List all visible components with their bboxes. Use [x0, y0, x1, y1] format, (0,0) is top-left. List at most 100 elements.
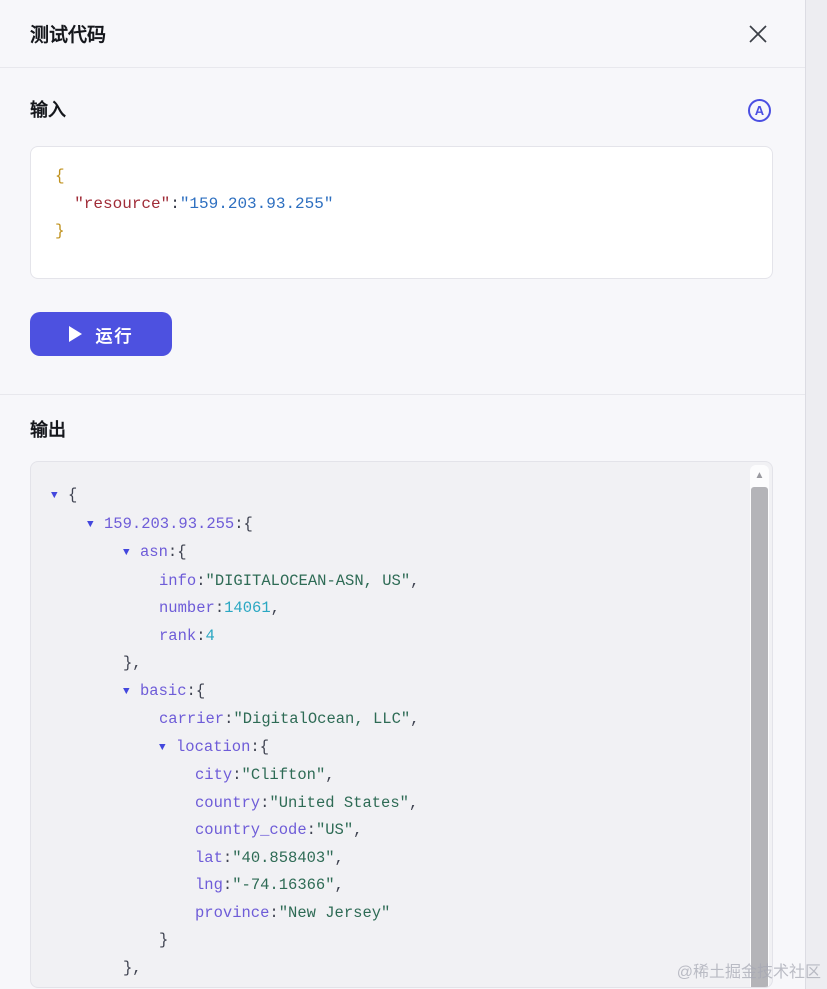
- json-tree-row: country:"United States",: [31, 790, 772, 818]
- json-token: carrier: [159, 710, 224, 728]
- test-code-drawer: 测试代码 输入 A { "resource":"159.203.93.255"}…: [0, 0, 805, 989]
- json-token: ,: [410, 710, 419, 728]
- json-token: [55, 195, 74, 213]
- input-label: 输入: [30, 98, 66, 123]
- json-tree-row: ▼{: [31, 482, 772, 511]
- circled-a-icon: A: [755, 103, 764, 118]
- json-token: "DIGITALOCEAN-ASN, US": [206, 572, 411, 590]
- json-token: lat: [195, 849, 223, 867]
- json-token: "DigitalOcean, LLC": [233, 710, 410, 728]
- json-token: ,: [335, 876, 344, 894]
- json-token: "high": [281, 986, 337, 988]
- json-token: :{: [250, 738, 269, 756]
- json-token: :: [196, 572, 205, 590]
- output-label: 输出: [30, 418, 66, 443]
- json-token: :: [307, 821, 316, 839]
- scrollbar-up-button[interactable]: ▲: [750, 465, 769, 485]
- json-token: 4: [206, 627, 215, 645]
- json-token: city: [195, 766, 232, 784]
- json-token: "Clifton": [242, 766, 326, 784]
- json-token: :: [196, 627, 205, 645]
- code-line: {: [55, 163, 758, 191]
- json-token: :: [215, 599, 224, 617]
- json-token: ,: [353, 821, 362, 839]
- json-token: province: [195, 904, 269, 922]
- drawer-title: 测试代码: [30, 20, 106, 47]
- json-tree-row: province:"New Jersey": [31, 900, 772, 928]
- json-token: basic: [140, 682, 187, 700]
- input-section-header: 输入 A: [0, 68, 805, 123]
- json-token: "159.203.93.255": [180, 195, 334, 213]
- collapse-arrow-icon[interactable]: ▼: [159, 735, 176, 763]
- json-token: number: [159, 599, 215, 617]
- json-tree-row: carrier:"DigitalOcean, LLC",: [31, 706, 772, 734]
- json-tree-row: },: [31, 955, 772, 983]
- play-icon: [69, 326, 82, 342]
- collapse-arrow-icon[interactable]: ▼: [123, 540, 140, 568]
- collapse-arrow-icon[interactable]: ▼: [87, 512, 104, 540]
- json-token: {: [68, 486, 77, 504]
- run-button-label: 运行: [96, 322, 134, 347]
- json-tree-row: confidence_level:"high": [31, 982, 772, 988]
- json-token: :: [223, 876, 232, 894]
- json-token: }: [55, 222, 65, 240]
- input-code-editor[interactable]: { "resource":"159.203.93.255"}: [30, 146, 773, 279]
- json-token: "United States": [269, 794, 409, 812]
- json-token: confidence_level: [123, 986, 272, 988]
- run-button[interactable]: 运行: [30, 312, 172, 356]
- json-token: {: [55, 167, 65, 185]
- json-tree-row: city:"Clifton",: [31, 762, 772, 790]
- json-token: info: [159, 572, 196, 590]
- json-token: country: [195, 794, 260, 812]
- json-token: ,: [410, 572, 419, 590]
- close-icon: [746, 22, 770, 46]
- json-tree-row: },: [31, 650, 772, 678]
- json-token: ,: [271, 599, 280, 617]
- code-line: }: [55, 218, 758, 246]
- json-token: ,: [409, 794, 418, 812]
- auto-format-button[interactable]: A: [748, 99, 771, 122]
- json-tree-row: }: [31, 927, 772, 955]
- json-token: :: [223, 849, 232, 867]
- json-tree: ▼{▼159.203.93.255:{▼asn:{info:"DIGITALOC…: [31, 462, 772, 988]
- json-token: "-74.16366": [232, 876, 334, 894]
- json-token: "US": [316, 821, 353, 839]
- collapse-arrow-icon[interactable]: ▼: [123, 679, 140, 707]
- json-tree-row: ▼location:{: [31, 734, 772, 763]
- output-panel: ▼{▼159.203.93.255:{▼asn:{info:"DIGITALOC…: [30, 461, 773, 988]
- json-token: "New Jersey": [279, 904, 391, 922]
- json-token: ,: [325, 766, 334, 784]
- json-tree-row: ▼basic:{: [31, 678, 772, 707]
- json-token: 14061: [224, 599, 271, 617]
- json-token: country_code: [195, 821, 307, 839]
- json-tree-row: info:"DIGITALOCEAN-ASN, US",: [31, 568, 772, 596]
- drawer-header: 测试代码: [0, 0, 805, 68]
- watermark: @稀土掘金技术社区: [677, 958, 821, 982]
- code-line: "resource":"159.203.93.255": [55, 191, 758, 219]
- json-tree-row: lat:"40.858403",: [31, 845, 772, 873]
- close-button[interactable]: [745, 21, 771, 47]
- page-background-strip: [805, 0, 827, 989]
- json-token: rank: [159, 627, 196, 645]
- json-token: ,: [335, 849, 344, 867]
- json-tree-row: rank:4: [31, 623, 772, 651]
- json-token: }: [159, 931, 168, 949]
- json-token: "resource": [74, 195, 170, 213]
- json-token: :: [269, 904, 278, 922]
- collapse-arrow-icon[interactable]: ▼: [51, 483, 68, 511]
- json-tree-row: ▼asn:{: [31, 539, 772, 568]
- json-token: :{: [234, 515, 253, 533]
- output-section-header: 输出: [0, 395, 805, 443]
- json-tree-row: number:14061,: [31, 595, 772, 623]
- json-token: "40.858403": [232, 849, 334, 867]
- scrollbar[interactable]: ▲: [750, 465, 769, 987]
- scrollbar-thumb[interactable]: [751, 487, 768, 987]
- json-token: :{: [168, 543, 187, 561]
- json-token: location: [176, 738, 250, 756]
- json-token: :{: [187, 682, 206, 700]
- json-token: :: [170, 195, 180, 213]
- json-token: },: [123, 654, 142, 672]
- json-token: :: [232, 766, 241, 784]
- json-tree-row: lng:"-74.16366",: [31, 872, 772, 900]
- json-token: },: [123, 959, 142, 977]
